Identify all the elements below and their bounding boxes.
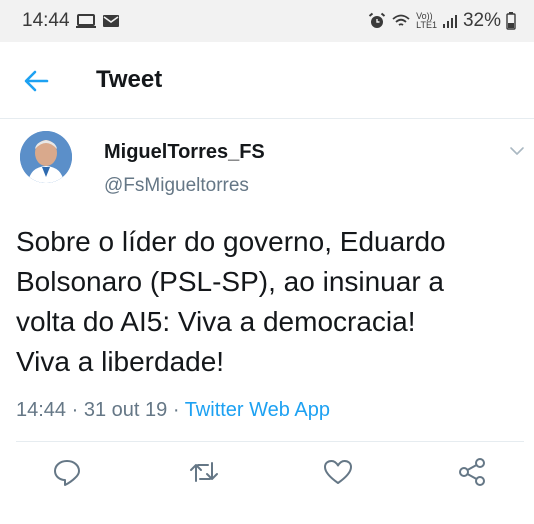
tweet-date: 31 out 19 — [83, 399, 168, 421]
status-bar: 14:44 Vo)) LTE1 32% — [0, 0, 534, 42]
meta-separator: · — [167, 399, 185, 421]
page-title: Tweet — [96, 66, 163, 93]
alarm-icon — [368, 12, 386, 30]
more-options-button[interactable] — [508, 144, 526, 158]
share-icon — [459, 458, 485, 486]
author-handle[interactable]: @FsMigueltorres — [104, 175, 249, 197]
tweet-text: Sobre o líder do governo, Eduardo Bolson… — [16, 226, 446, 377]
network-label: Vo)) LTE1 — [416, 12, 437, 30]
wifi-icon — [391, 13, 411, 29]
back-button[interactable] — [22, 67, 50, 95]
retweet-icon — [190, 462, 218, 482]
author-display-name[interactable]: MiguelTorres_FS — [104, 141, 265, 164]
status-bar-left: 14:44 — [22, 10, 120, 32]
tweet-time: 14:44 — [16, 399, 67, 421]
battery-icon — [506, 12, 516, 30]
back-arrow-icon — [24, 70, 49, 92]
divider — [16, 441, 524, 442]
avatar[interactable] — [20, 131, 72, 183]
tweet-header: MiguelTorres_FS @FsMigueltorres — [0, 120, 534, 210]
avatar-image — [20, 131, 72, 183]
share-button[interactable] — [456, 456, 488, 488]
lte-label: LTE1 — [416, 20, 437, 30]
status-bar-right: Vo)) LTE1 32% — [368, 10, 516, 32]
mail-notification-icon — [102, 13, 120, 29]
reply-button[interactable] — [51, 456, 83, 488]
heart-icon — [324, 460, 352, 484]
reply-icon — [54, 460, 80, 486]
like-button[interactable] — [322, 456, 354, 488]
tweet-metadata: 14:44 · 31 out 19 · Twitter Web App — [16, 399, 330, 422]
signal-icon — [442, 13, 458, 29]
tweet-source-link[interactable]: Twitter Web App — [185, 399, 330, 421]
retweet-button[interactable] — [188, 456, 220, 488]
battery-percent: 32% — [462, 10, 501, 31]
chevron-down-icon — [510, 147, 524, 155]
meta-separator: · — [66, 399, 84, 421]
app-bar: Tweet — [0, 42, 534, 119]
tweet-actions — [0, 456, 534, 496]
status-time: 14:44 — [22, 10, 70, 31]
screen-cast-icon — [75, 13, 96, 29]
